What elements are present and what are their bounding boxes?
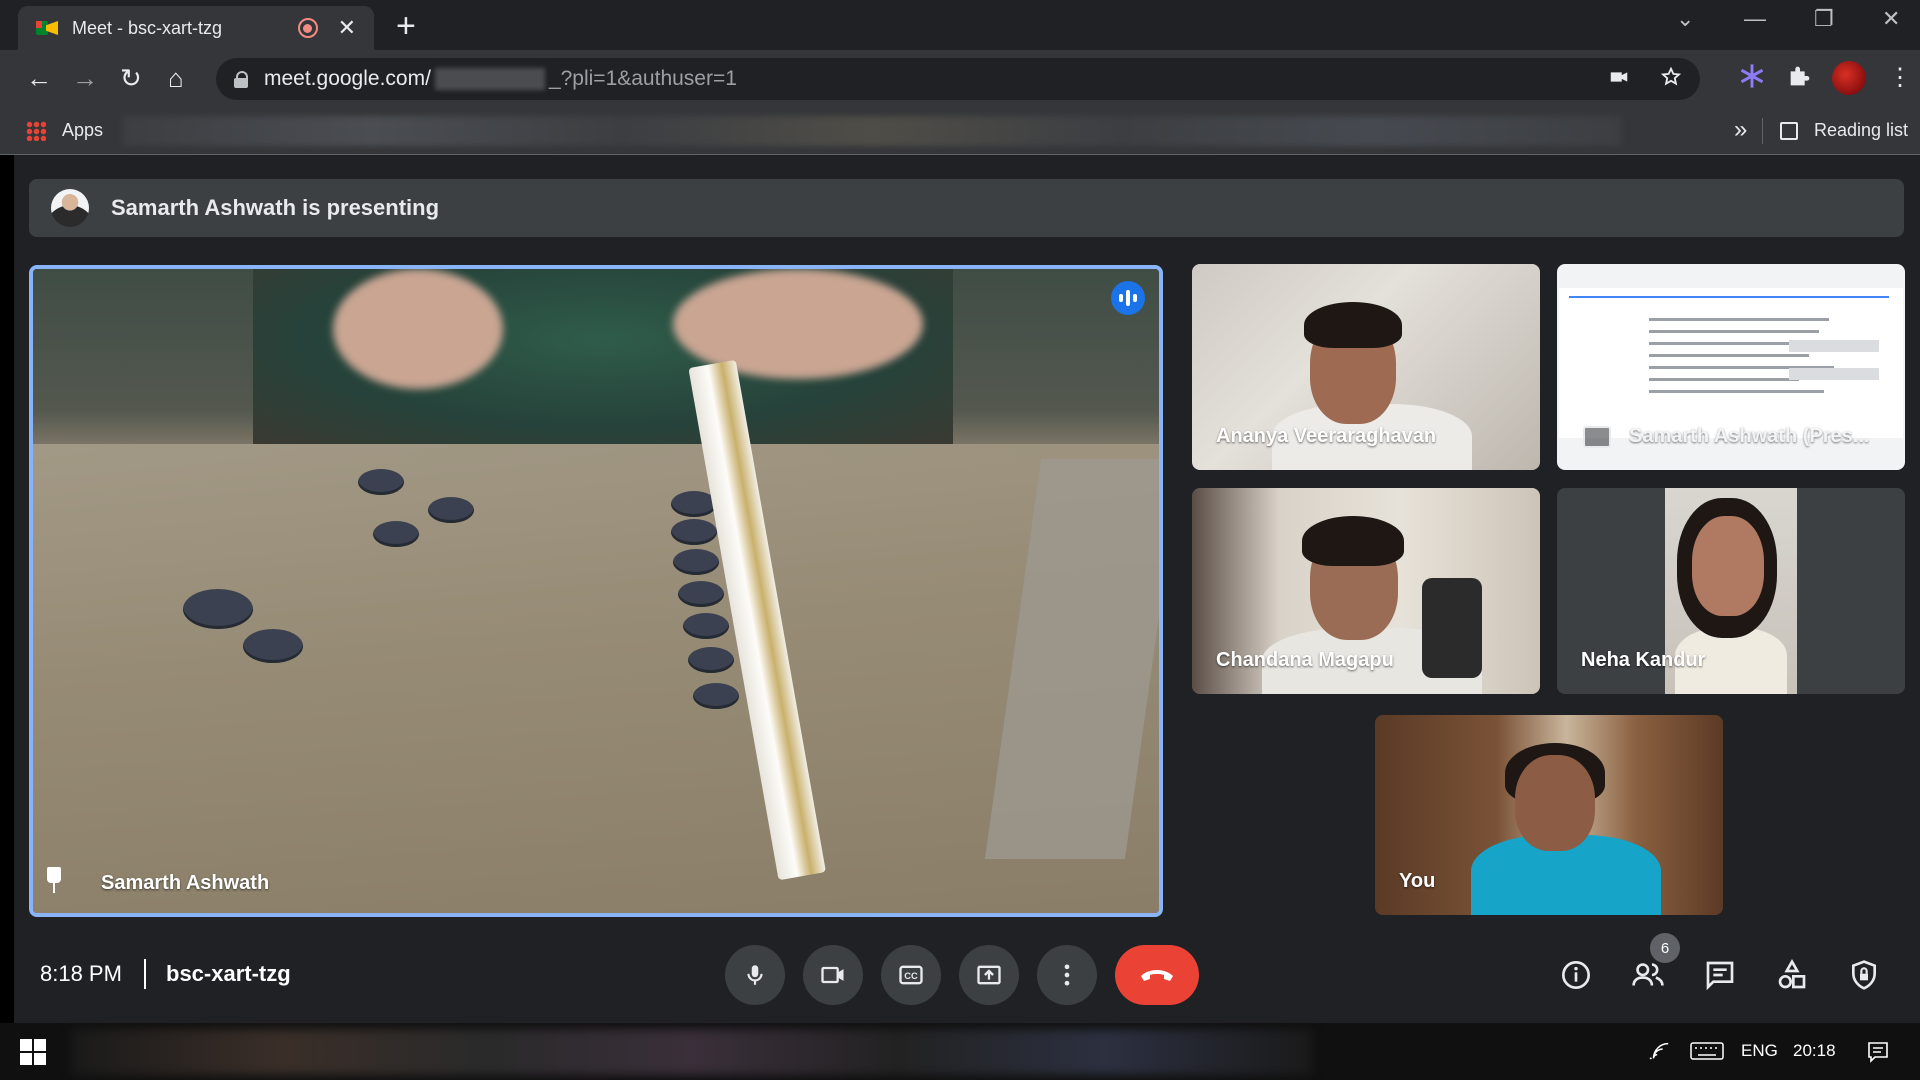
google-meet-favicon-icon	[36, 17, 58, 39]
close-window-button[interactable]: ✕	[1882, 6, 1900, 32]
restore-button[interactable]: ❐	[1814, 6, 1834, 32]
chat-button[interactable]	[1702, 957, 1738, 993]
microphone-button[interactable]	[725, 945, 785, 1005]
activities-button[interactable]	[1774, 957, 1810, 993]
more-bookmarks-icon[interactable]: »	[1734, 116, 1747, 144]
presenting-text: Samarth Ashwath is presenting	[111, 195, 440, 220]
browser-menu-icon[interactable]: ⋮	[1888, 62, 1912, 94]
chat-icon	[1706, 961, 1734, 991]
windows-taskbar: ENG 20:18	[0, 1023, 1920, 1080]
back-arrow-icon[interactable]: ←	[26, 62, 52, 94]
bookmarks-redacted	[122, 116, 1622, 146]
info-icon	[1562, 961, 1590, 989]
participant-name: You	[1399, 870, 1436, 892]
url-host: meet.google.com/	[264, 67, 431, 90]
participant-tile-presentation[interactable]: Samarth Ashwath (Pres...	[1557, 264, 1905, 470]
activities-icon	[1778, 959, 1806, 989]
more-options-button[interactable]	[1037, 945, 1097, 1005]
participant-name: Ananya Veeraraghavan	[1216, 425, 1437, 447]
main-video-tile[interactable]: Samarth Ashwath	[29, 265, 1163, 917]
presenting-banner: Samarth Ashwath is presenting	[29, 179, 1904, 237]
self-view-tile[interactable]: You	[1375, 715, 1723, 915]
taskbar-apps-redacted	[72, 1029, 1312, 1075]
browser-tab-strip: Meet - bsc-xart-tzg ✕ + ⌄ — ❐ ✕	[0, 0, 1920, 50]
minimize-button[interactable]: —	[1744, 6, 1766, 32]
extension-snowflake-icon[interactable]	[1738, 62, 1766, 90]
participant-name: Chandana Magapu	[1216, 649, 1394, 671]
keyboard-icon[interactable]	[1690, 1041, 1724, 1061]
captions-button[interactable]: CC	[881, 945, 941, 1005]
main-tile-name: Samarth Ashwath	[101, 872, 270, 894]
home-icon[interactable]: ⌂	[168, 62, 184, 94]
address-bar[interactable]: meet.google.com/ _?pli=1&authuser=1	[216, 58, 1700, 100]
microphone-icon	[747, 965, 763, 985]
recording-indicator-icon	[297, 18, 318, 38]
audio-speaking-icon	[1111, 281, 1145, 315]
pin-icon[interactable]	[47, 867, 61, 893]
captions-icon: CC	[899, 965, 923, 985]
presentation-thumbnail	[1559, 288, 1903, 438]
wifi-icon[interactable]	[1648, 1041, 1670, 1061]
participant-tile-chandana[interactable]: Chandana Magapu	[1192, 488, 1540, 694]
tab-close-icon[interactable]: ✕	[338, 15, 356, 41]
system-clock[interactable]: 20:18	[1793, 1041, 1836, 1061]
presentation-screen-icon	[1583, 426, 1611, 448]
main-video-feed	[33, 269, 1159, 913]
reading-list-icon[interactable]	[1780, 122, 1798, 140]
people-icon	[1632, 963, 1664, 986]
reading-list-button[interactable]: Reading list	[1814, 120, 1908, 141]
svg-text:CC: CC	[904, 971, 918, 981]
notifications-icon[interactable]	[1866, 1040, 1890, 1064]
extensions-puzzle-icon[interactable]	[1786, 62, 1814, 90]
reload-icon[interactable]: ↻	[120, 62, 142, 94]
meeting-details-button[interactable]	[1558, 957, 1594, 993]
browser-toolbar: ← → ↻ ⌂ meet.google.com/ _?pli=1&authuse…	[0, 50, 1920, 108]
lock-icon[interactable]	[234, 71, 248, 88]
bookmarks-bar: Apps » Reading list	[0, 108, 1920, 155]
bookmark-star-icon[interactable]	[1660, 66, 1682, 88]
camera-in-use-icon[interactable]	[1608, 66, 1630, 88]
windows-start-icon[interactable]	[20, 1039, 46, 1065]
meeting-code: bsc-xart-tzg	[166, 961, 291, 986]
url-query: _?pli=1&authuser=1	[548, 67, 737, 90]
people-button[interactable]	[1630, 957, 1666, 993]
time-divider	[144, 959, 146, 989]
url-redacted	[434, 68, 545, 90]
apps-bookmark[interactable]: Apps	[62, 120, 103, 141]
participant-tile-ananya[interactable]: Ananya Veeraraghavan	[1192, 264, 1540, 470]
leave-call-button[interactable]	[1115, 945, 1199, 1005]
participant-name: Neha Kandur	[1581, 649, 1706, 671]
new-tab-button[interactable]: +	[396, 8, 416, 44]
present-screen-icon	[977, 965, 1001, 985]
participant-name: Samarth Ashwath (Pres...	[1629, 425, 1870, 447]
host-controls-icon	[1852, 960, 1876, 990]
input-language[interactable]: ENG	[1741, 1041, 1778, 1061]
meeting-controls: 8:18 PM bsc-xart-tzg CC 6	[14, 931, 1920, 1023]
browser-tab-meet[interactable]: Meet - bsc-xart-tzg ✕	[18, 6, 374, 50]
meeting-time: 8:18 PM	[40, 961, 122, 986]
present-now-button[interactable]	[959, 945, 1019, 1005]
profile-avatar[interactable]	[1832, 61, 1866, 95]
tab-title: Meet - bsc-xart-tzg	[72, 17, 223, 38]
apps-grid-icon[interactable]	[26, 121, 46, 141]
presenter-avatar	[51, 189, 89, 227]
host-controls-button[interactable]	[1846, 957, 1882, 993]
camera-icon	[821, 966, 844, 984]
bookmark-divider	[1762, 118, 1763, 144]
camera-button[interactable]	[803, 945, 863, 1005]
tab-search-icon[interactable]: ⌄	[1676, 6, 1694, 32]
forward-arrow-icon[interactable]: →	[72, 62, 98, 94]
end-call-icon	[1141, 970, 1173, 981]
more-options-icon	[1064, 964, 1070, 986]
participant-tile-neha[interactable]: Neha Kandur	[1557, 488, 1905, 694]
meet-window: Samarth Ashwath is presenting Samarth As…	[14, 155, 1920, 1023]
